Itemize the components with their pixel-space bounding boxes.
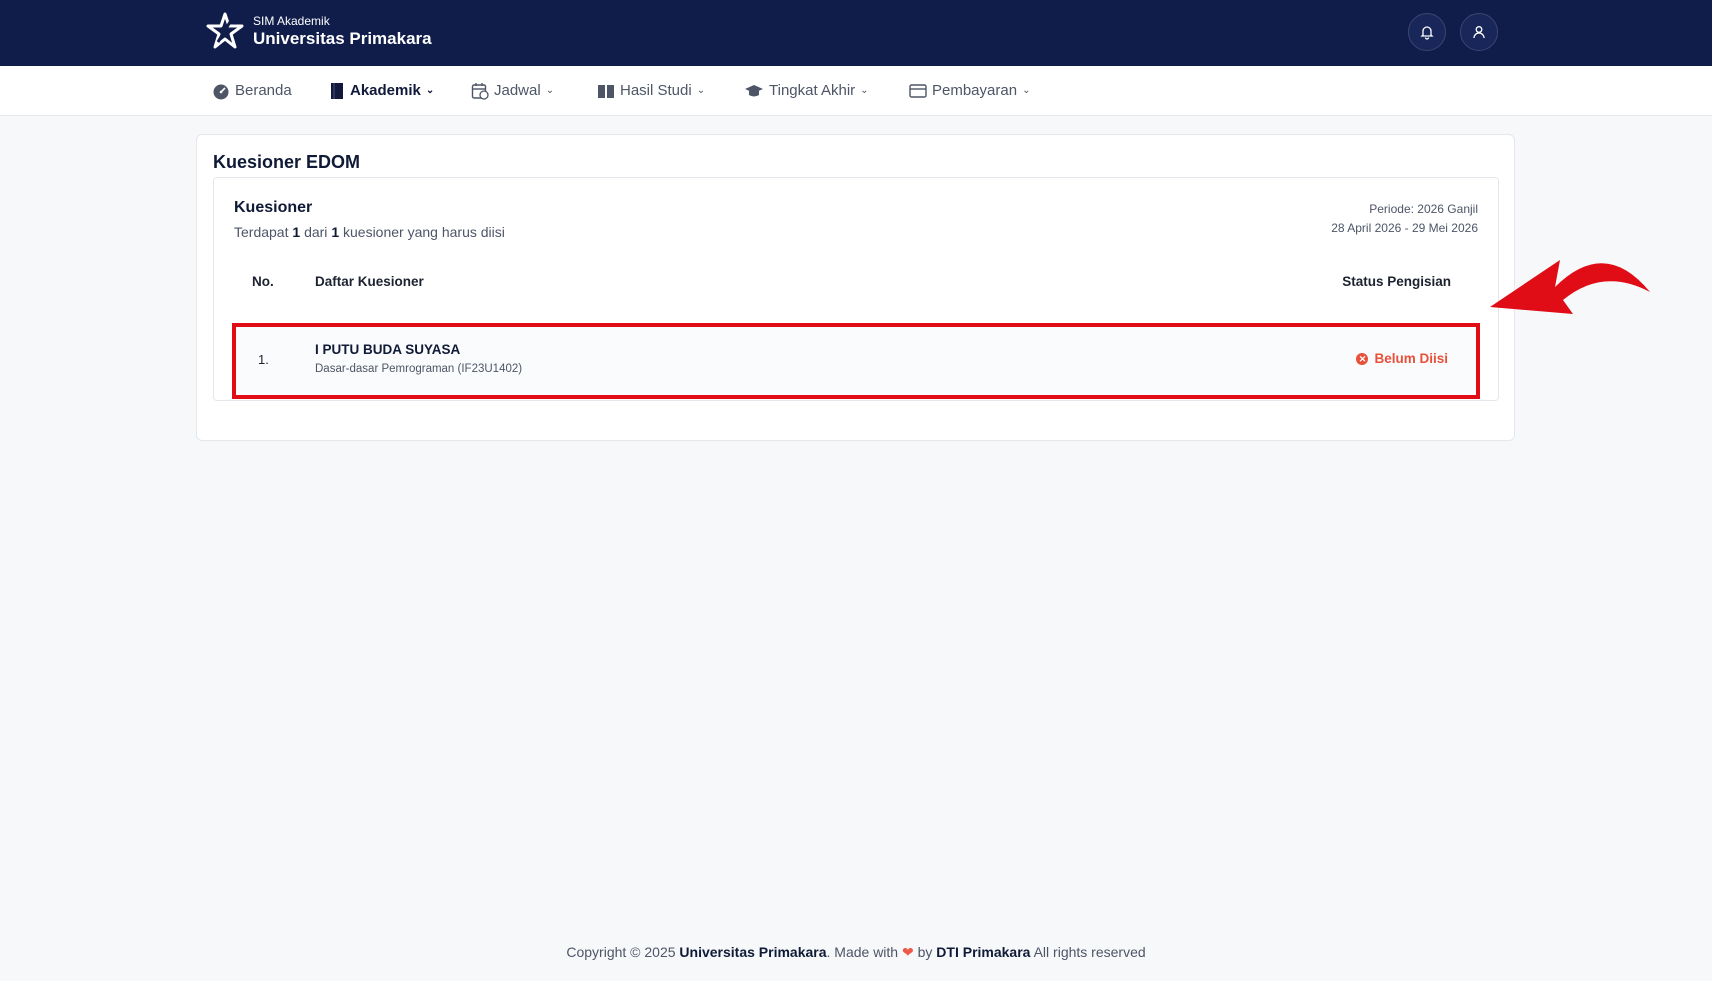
column-header-no: No. [252, 274, 274, 289]
nav-label: Akademik [350, 82, 421, 99]
period-label: Periode: 2026 Ganjil [1369, 202, 1478, 216]
university-logo-icon [206, 12, 244, 49]
brand-title: Universitas Primakara [253, 29, 432, 49]
nav-pembayaran[interactable]: Pembayaran ⌄ [909, 66, 1030, 115]
nav-label: Jadwal [494, 82, 541, 99]
footer-copyright: Copyright © 2025 [566, 944, 676, 960]
nav-label: Pembayaran [932, 82, 1018, 99]
top-bar: SIM Akademik Universitas Primakara [0, 0, 1712, 66]
dashboard-icon [213, 84, 229, 99]
chevron-down-icon: ⌄ [545, 85, 555, 96]
nav-label: Hasil Studi [620, 82, 692, 99]
nav-beranda[interactable]: Beranda [212, 66, 292, 115]
column-header-status: Status Pengisian [1342, 274, 1451, 289]
footer-team: DTI Primakara [936, 944, 1031, 960]
nav-jadwal[interactable]: Jadwal ⌄ [471, 66, 554, 115]
book-icon [331, 82, 343, 99]
chevron-down-icon: ⌄ [425, 85, 435, 96]
footer-org: Universitas Primakara [679, 944, 827, 960]
questionnaire-title: Kuesioner [234, 199, 313, 216]
brand[interactable]: SIM Akademik Universitas Primakara [205, 12, 432, 52]
page-title: Kuesioner EDOM [213, 152, 361, 172]
questionnaire-summary: Terdapat 1 dari 1 kuesioner yang harus d… [234, 224, 505, 240]
column-header-list: Daftar Kuesioner [315, 274, 424, 289]
user-icon [1473, 26, 1485, 39]
summary-total: 1 [331, 224, 340, 240]
notification-button[interactable] [1408, 13, 1446, 51]
footer: Copyright © 2025 Universitas Primakara. … [0, 944, 1712, 961]
summary-prefix: Terdapat [234, 224, 289, 240]
footer-by: by [917, 944, 933, 960]
period-info: Periode: 2026 Ganjil 28 April 2026 - 29 … [1331, 200, 1478, 238]
nav-label: Beranda [235, 82, 292, 99]
profile-button[interactable] [1460, 13, 1498, 51]
chevron-down-icon: ⌄ [696, 85, 706, 96]
footer-rights: All rights reserved [1033, 944, 1146, 960]
nav-akademik[interactable]: Akademik ⌄ [329, 66, 434, 115]
graduation-cap-icon [745, 84, 763, 96]
summary-suffix: kuesioner yang harus diisi [343, 224, 505, 240]
calendar-icon [471, 82, 489, 100]
nav-hasil-studi[interactable]: Hasil Studi ⌄ [597, 66, 705, 115]
questionnaire-panel: Kuesioner Terdapat 1 dari 1 kuesioner ya… [213, 177, 1499, 401]
summary-mid: dari [304, 224, 328, 240]
annotation-highlight-box [232, 323, 1480, 399]
chevron-down-icon: ⌄ [1022, 85, 1031, 96]
bell-icon [1420, 26, 1434, 40]
nav-label: Tingkat Akhir [769, 82, 856, 99]
summary-count: 1 [292, 224, 301, 240]
nav-tingkat-akhir[interactable]: Tingkat Akhir ⌄ [744, 66, 869, 115]
chevron-down-icon: ⌄ [860, 85, 869, 96]
card-icon [909, 83, 927, 98]
footer-made-with: . Made with [826, 944, 899, 960]
edom-card: Kuesioner EDOM Kuesioner Terdapat 1 dari… [196, 134, 1515, 441]
brand-subtitle: SIM Akademik [253, 14, 330, 29]
main-nav: Beranda Akademik ⌄ Jadwal ⌄ Hasil Studi … [0, 66, 1712, 116]
period-date-range: 28 April 2026 - 29 Mei 2026 [1331, 221, 1478, 235]
annotation-arrow-icon [1490, 260, 1650, 314]
book-open-icon [598, 84, 614, 98]
heart-icon: ❤ [901, 944, 914, 960]
